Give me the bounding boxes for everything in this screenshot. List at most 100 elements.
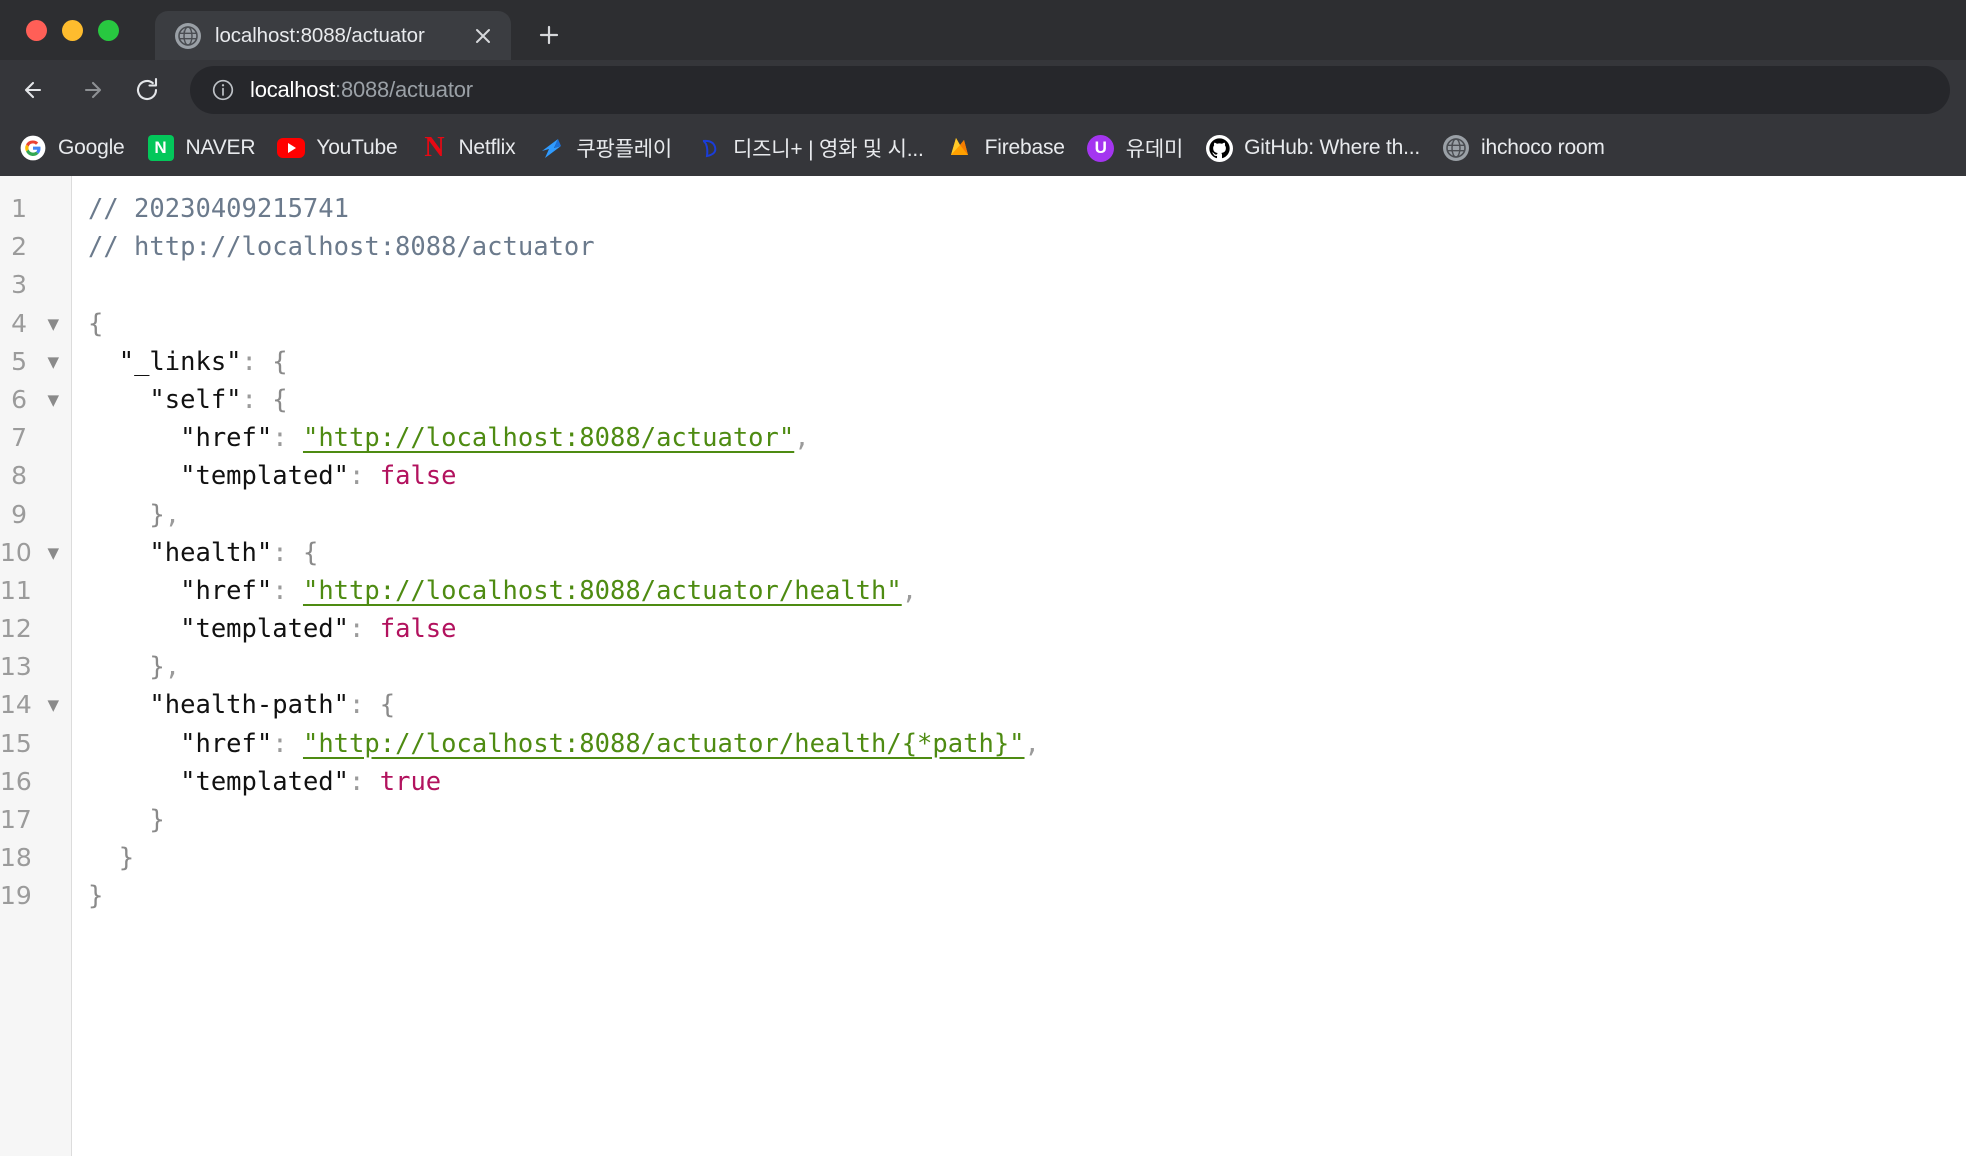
token-key: "templated"	[180, 461, 350, 492]
line-number: 17	[0, 805, 32, 834]
bookmark-label: Google	[58, 136, 125, 159]
globe-icon	[175, 22, 201, 49]
code-line: {	[88, 305, 1966, 343]
token-punc: :	[272, 423, 288, 454]
code-line: }	[88, 801, 1966, 839]
token-key: "templated"	[180, 614, 350, 645]
browser-toolbar: localhost:8088/actuator	[0, 60, 1966, 120]
token-brace: {	[272, 346, 288, 377]
back-button[interactable]	[8, 63, 62, 117]
code-line: }	[88, 839, 1966, 877]
token-comment: // http://localhost:8088/actuator	[88, 232, 595, 263]
token-punc: :	[349, 690, 365, 721]
maximize-window-button[interactable]	[98, 19, 119, 41]
bookmark-youtube[interactable]: YouTube	[266, 127, 408, 169]
token-key: "self"	[149, 384, 242, 415]
token-punc: ,	[794, 423, 810, 454]
code-line: "health": {	[88, 534, 1966, 572]
token-brace: {	[302, 537, 319, 568]
code-line: "_links": {	[88, 343, 1966, 381]
line-number: 19	[0, 881, 32, 911]
bookmark-netflix[interactable]: N Netflix	[408, 127, 526, 169]
token-url[interactable]: "http://localhost:8088/actuator/health"	[303, 576, 902, 606]
token-brace: {	[379, 690, 396, 721]
bookmark-ihchoco-room[interactable]: ihchoco room	[1431, 127, 1616, 169]
address-bar-path: :8088/actuator	[335, 77, 473, 102]
token-key: "templated"	[180, 766, 350, 797]
fold-triangle-icon[interactable]: ▼	[47, 534, 59, 572]
line-number: 6 ▼	[0, 381, 71, 419]
line-number: 12	[0, 614, 32, 644]
line-number: 3	[11, 270, 27, 300]
bookmark-github[interactable]: GitHub: Where th...	[1194, 127, 1431, 169]
coupang-play-icon	[537, 134, 565, 162]
fold-triangle-icon[interactable]: ▼	[47, 305, 59, 343]
line-number: 4 ▼	[0, 305, 71, 343]
code-line: "href": "http://localhost:8088/actuator"…	[88, 419, 1966, 457]
token-brace: }	[149, 805, 165, 835]
bookmark-naver[interactable]: N NAVER	[136, 127, 267, 169]
address-bar[interactable]: localhost:8088/actuator	[190, 66, 1950, 114]
code-line: "href": "http://localhost:8088/actuator/…	[88, 725, 1966, 763]
line-number: 16	[0, 766, 32, 796]
token-comment: // 20230409215741	[88, 194, 349, 224]
forward-button[interactable]	[64, 63, 118, 117]
json-viewer: 1 2 3 4 ▼ 5 ▼ 6 ▼ 7 8 9 10 ▼ 11 12 13 14 ▼ 15 16 17 18 19 // 20…	[0, 176, 1966, 1156]
token-brace: }	[149, 652, 165, 683]
bookmark-label: 쿠팡플레이	[576, 138, 673, 161]
fold-triangle-icon[interactable]: ▼	[47, 381, 59, 419]
tab-title: localhost:8088/actuator	[215, 23, 425, 47]
bookmark-label: 유데미	[1125, 138, 1184, 161]
close-window-button[interactable]	[26, 19, 47, 41]
line-number: 15	[0, 728, 32, 758]
netflix-icon: N	[424, 132, 444, 163]
bookmark-firebase[interactable]: Firebase	[935, 127, 1076, 169]
token-brace: {	[272, 384, 288, 415]
token-url[interactable]: "http://localhost:8088/actuator/health/{…	[303, 729, 1025, 759]
code-line: "self": {	[88, 381, 1966, 419]
info-circle-icon[interactable]	[210, 77, 236, 103]
token-punc: ,	[1024, 728, 1040, 759]
fold-triangle-icon[interactable]: ▼	[47, 686, 59, 724]
bookmark-label: NAVER	[185, 136, 256, 159]
token-punc: :	[272, 728, 288, 759]
browser-tab-active[interactable]: localhost:8088/actuator	[155, 11, 511, 60]
token-bool: false	[379, 461, 457, 492]
bookmark-label: 디즈니+ | 영화 및 시...	[733, 138, 924, 161]
bookmark-google[interactable]: Google	[8, 127, 136, 169]
udemy-icon: U	[1087, 134, 1115, 162]
github-icon	[1205, 134, 1233, 162]
code-line: // http://localhost:8088/actuator	[88, 228, 1966, 266]
reload-button[interactable]	[120, 63, 174, 117]
token-punc: :	[272, 575, 288, 606]
window-traffic-lights	[18, 0, 133, 60]
code-line: },	[88, 496, 1966, 534]
token-bool: false	[379, 614, 457, 645]
bookmark-coupang-play[interactable]: 쿠팡플레이	[526, 127, 683, 169]
token-punc: ,	[164, 652, 181, 683]
bookmark-label: YouTube	[316, 136, 398, 159]
token-punc: :	[272, 537, 288, 568]
new-tab-button[interactable]	[529, 15, 569, 55]
line-number: 14 ▼	[0, 686, 71, 724]
code-line: "href": "http://localhost:8088/actuator/…	[88, 572, 1966, 610]
line-number: 10 ▼	[0, 534, 71, 572]
token-punc: ,	[901, 575, 918, 606]
naver-icon: N	[147, 134, 175, 162]
bookmark-disney-plus[interactable]: 디즈니+ | 영화 및 시...	[683, 127, 935, 169]
fold-triangle-icon[interactable]: ▼	[47, 343, 59, 381]
youtube-icon	[277, 134, 306, 162]
minimize-window-button[interactable]	[62, 19, 83, 41]
close-icon[interactable]	[469, 22, 497, 50]
bookmark-udemy[interactable]: U 유데미	[1076, 127, 1194, 169]
line-number: 13	[0, 652, 32, 682]
token-url[interactable]: "http://localhost:8088/actuator"	[303, 423, 794, 453]
code-content[interactable]: // 20230409215741 // http://localhost:808…	[72, 176, 1966, 1156]
